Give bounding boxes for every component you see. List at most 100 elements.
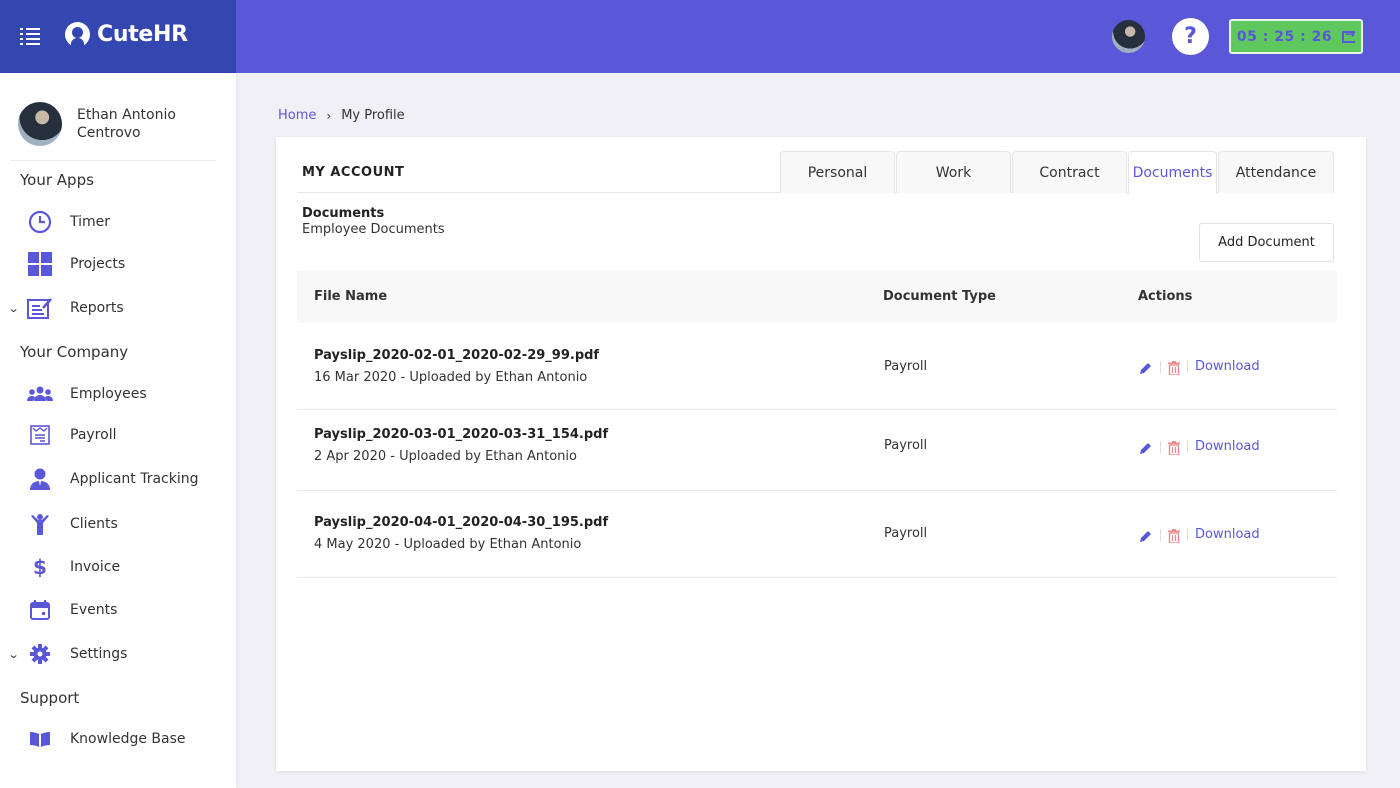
- download-link[interactable]: Download: [1195, 359, 1260, 374]
- row-actions: Download: [1139, 527, 1260, 544]
- grid-icon: [27, 251, 53, 277]
- account-card: MY ACCOUNT Personal Work Contract Docume…: [276, 137, 1366, 771]
- receipt-icon: [27, 422, 53, 448]
- users-icon: [27, 381, 53, 407]
- applicant-icon: [27, 466, 53, 492]
- download-link[interactable]: Download: [1195, 527, 1260, 542]
- sidebar-item-label: Events: [70, 602, 118, 618]
- file-meta: 16 Mar 2020 - Uploaded by Ethan Antonio: [314, 370, 588, 385]
- clock-icon: [27, 209, 53, 235]
- logo-icon: [65, 22, 90, 47]
- help-button[interactable]: ?: [1172, 18, 1209, 55]
- column-file-name: File Name: [314, 289, 388, 304]
- sidebar-item-payroll[interactable]: Payroll: [0, 417, 236, 453]
- divider: [10, 160, 217, 161]
- delete-icon[interactable]: [1168, 528, 1180, 544]
- tab-contract[interactable]: Contract: [1012, 151, 1127, 193]
- delete-icon[interactable]: [1168, 360, 1180, 376]
- row-actions: Download: [1139, 359, 1260, 376]
- sidebar-item-label: Payroll: [70, 427, 117, 443]
- column-actions: Actions: [1138, 289, 1193, 304]
- sidebar-item-settings[interactable]: ⌄ Settings: [0, 636, 236, 672]
- gear-icon: [27, 641, 53, 667]
- column-document-type: Document Type: [883, 289, 996, 304]
- edit-icon[interactable]: [1139, 360, 1153, 374]
- sidebar-item-reports[interactable]: ⌄ Reports: [0, 290, 236, 326]
- profile-name: Ethan Antonio Centrovo: [77, 107, 176, 141]
- timer-button[interactable]: 05 : 25 : 26: [1229, 19, 1363, 54]
- app-name: CuteHR: [97, 22, 188, 47]
- app-logo[interactable]: CuteHR: [65, 22, 188, 47]
- top-bar: [236, 0, 1400, 73]
- tab-work[interactable]: Work: [896, 151, 1011, 193]
- sidebar-item-label: Reports: [70, 300, 124, 316]
- sidebar-item-label: Applicant Tracking: [70, 471, 199, 487]
- sidebar-item-label: Knowledge Base: [70, 731, 186, 747]
- document-type: Payroll: [884, 526, 928, 541]
- divider: [1187, 440, 1188, 453]
- row-actions: Download: [1139, 439, 1260, 456]
- sidebar: Ethan Antonio Centrovo Your Apps Timer P…: [0, 73, 236, 788]
- document-type: Payroll: [884, 359, 928, 374]
- menu-collapse-icon[interactable]: [20, 27, 40, 45]
- sidebar-item-label: Timer: [70, 214, 111, 230]
- sidebar-item-clients[interactable]: Clients: [0, 506, 236, 542]
- download-link[interactable]: Download: [1195, 439, 1260, 454]
- client-icon: [27, 511, 53, 537]
- calendar-icon: [27, 597, 53, 623]
- sidebar-item-label: Invoice: [70, 559, 121, 575]
- sidebar-item-label: Projects: [70, 256, 126, 272]
- brand-bar: CuteHR: [0, 0, 236, 73]
- profile-avatar: [18, 102, 62, 146]
- file-name[interactable]: Payslip_2020-03-01_2020-03-31_154.pdf: [314, 427, 608, 442]
- file-name[interactable]: Payslip_2020-04-01_2020-04-30_195.pdf: [314, 515, 608, 530]
- add-document-button[interactable]: Add Document: [1199, 223, 1334, 262]
- table-row: Payslip_2020-04-01_2020-04-30_195.pdf 4 …: [297, 491, 1337, 578]
- chevron-down-icon[interactable]: ⌄: [8, 302, 20, 315]
- user-avatar[interactable]: [1110, 18, 1147, 55]
- divider: [1187, 360, 1188, 373]
- table-row: Payslip_2020-02-01_2020-02-29_99.pdf 16 …: [297, 323, 1337, 410]
- edit-icon[interactable]: [1139, 528, 1153, 542]
- report-icon: [27, 295, 53, 321]
- sidebar-item-invoice[interactable]: $ Invoice: [0, 549, 236, 585]
- edit-icon[interactable]: [1139, 440, 1153, 454]
- divider: [1160, 528, 1161, 541]
- divider: [1160, 360, 1161, 373]
- breadcrumb: Home › My Profile: [278, 108, 405, 123]
- document-type: Payroll: [884, 438, 928, 453]
- delete-icon[interactable]: [1168, 440, 1180, 456]
- file-meta: 4 May 2020 - Uploaded by Ethan Antonio: [314, 537, 582, 552]
- clock-out-icon: [1342, 27, 1356, 43]
- divider: [1187, 528, 1188, 541]
- divider: [1160, 440, 1161, 453]
- book-icon: [27, 726, 53, 752]
- section-support: Support: [20, 689, 80, 707]
- file-name[interactable]: Payslip_2020-02-01_2020-02-29_99.pdf: [314, 348, 599, 363]
- chevron-down-icon[interactable]: ⌄: [8, 648, 20, 661]
- breadcrumb-separator-icon: ›: [326, 108, 332, 123]
- sidebar-profile[interactable]: Ethan Antonio Centrovo: [18, 102, 197, 146]
- file-meta: 2 Apr 2020 - Uploaded by Ethan Antonio: [314, 449, 577, 464]
- section-your-company: Your Company: [20, 343, 129, 361]
- timer-value: 05 : 25 : 26: [1236, 28, 1333, 45]
- table-row: Payslip_2020-03-01_2020-03-31_154.pdf 2 …: [297, 410, 1337, 491]
- tab-attendance[interactable]: Attendance: [1218, 151, 1334, 193]
- tab-personal[interactable]: Personal: [780, 151, 895, 193]
- sidebar-item-events[interactable]: Events: [0, 592, 236, 628]
- section-title: Documents: [302, 206, 385, 221]
- sidebar-item-applicant-tracking[interactable]: Applicant Tracking: [0, 461, 236, 497]
- tab-documents[interactable]: Documents: [1128, 151, 1217, 194]
- sidebar-item-label: Clients: [70, 516, 118, 532]
- sidebar-item-timer[interactable]: Timer: [0, 204, 236, 240]
- section-subtitle: Employee Documents: [302, 222, 445, 237]
- sidebar-item-employees[interactable]: Employees: [0, 376, 236, 412]
- breadcrumb-home[interactable]: Home: [278, 108, 316, 123]
- dollar-icon: $: [33, 555, 47, 579]
- sidebar-item-knowledge-base[interactable]: Knowledge Base: [0, 721, 236, 757]
- sidebar-item-label: Settings: [70, 646, 128, 662]
- sidebar-item-projects[interactable]: Projects: [0, 246, 236, 282]
- table-header: File Name Document Type Actions: [297, 271, 1337, 323]
- card-title: MY ACCOUNT: [302, 165, 405, 180]
- breadcrumb-current: My Profile: [341, 108, 405, 123]
